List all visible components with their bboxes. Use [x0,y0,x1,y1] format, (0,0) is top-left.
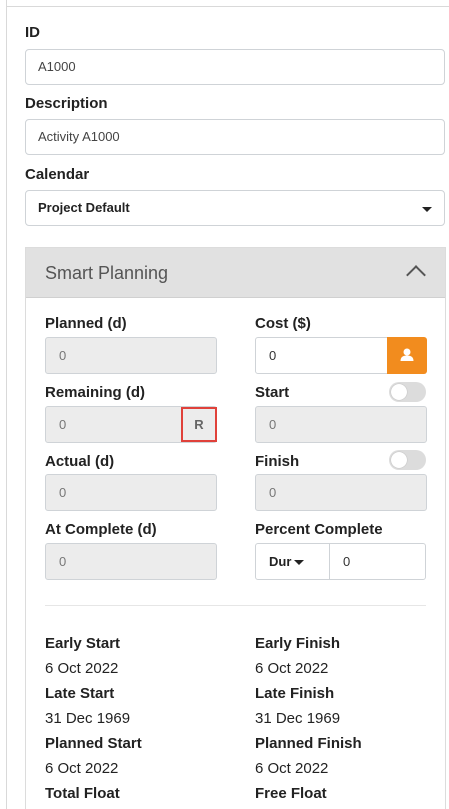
recalculate-button[interactable]: R [181,407,217,442]
top-border [6,6,449,7]
early-start-label: Early Start [45,635,121,652]
actual-label: Actual (d) [45,453,115,470]
planned-finish-label: Planned Finish [255,735,362,752]
left-border [6,0,7,809]
calendar-select[interactable]: Project Default [25,190,445,226]
finish-toggle-knob [391,452,407,468]
planned-start-value: 6 Oct 2022 [45,760,119,777]
early-finish-value: 6 Oct 2022 [255,660,329,677]
panel-divider [45,605,426,606]
resource-button[interactable] [387,337,427,374]
calendar-select-value: Project Default [38,200,130,215]
finish-toggle[interactable] [389,450,426,470]
finish-label: Finish [255,453,300,470]
chevron-down-icon [422,207,432,212]
id-label: ID [25,24,40,41]
planned-label: Planned (d) [45,315,127,332]
description-label: Description [25,95,108,112]
finish-input: 0 [255,474,427,511]
free-float-label: Free Float [255,785,327,802]
total-float-label: Total Float [45,785,120,802]
id-input[interactable]: A1000 [25,49,445,85]
remaining-label: Remaining (d) [45,384,145,401]
cost-input[interactable]: 0 [255,337,388,374]
start-label: Start [255,384,290,401]
early-finish-label: Early Finish [255,635,341,652]
start-input: 0 [255,406,427,443]
early-start-value: 6 Oct 2022 [45,660,119,677]
description-input[interactable]: Activity A1000 [25,119,445,155]
planned-finish-value: 6 Oct 2022 [255,760,329,777]
late-finish-value: 31 Dec 1969 [255,710,341,727]
late-start-value: 31 Dec 1969 [45,710,131,727]
planned-start-label: Planned Start [45,735,142,752]
chevron-up-icon[interactable] [406,265,426,285]
smart-planning-panel: Smart Planning Planned (d) 0 Cost ($) 0 … [25,247,446,809]
percent-type-value: Dur [269,554,292,569]
late-start-label: Late Start [45,685,115,702]
start-toggle[interactable] [389,382,426,402]
late-finish-label: Late Finish [255,685,335,702]
planned-input: 0 [45,337,217,374]
caret-down-icon [294,560,304,565]
panel-title: Smart Planning [45,263,169,283]
smart-planning-header[interactable]: Smart Planning [26,248,445,298]
cost-label: Cost ($) [255,315,311,332]
actual-input: 0 [45,474,217,511]
person-icon [400,348,414,361]
start-toggle-knob [391,384,407,400]
calendar-label: Calendar [25,166,90,183]
percent-complete-input[interactable]: 0 [329,543,426,580]
at-complete-input: 0 [45,543,217,580]
at-complete-label: At Complete (d) [45,521,157,538]
percent-complete-label: Percent Complete [255,521,383,538]
percent-type-dropdown[interactable]: Dur [255,543,330,580]
